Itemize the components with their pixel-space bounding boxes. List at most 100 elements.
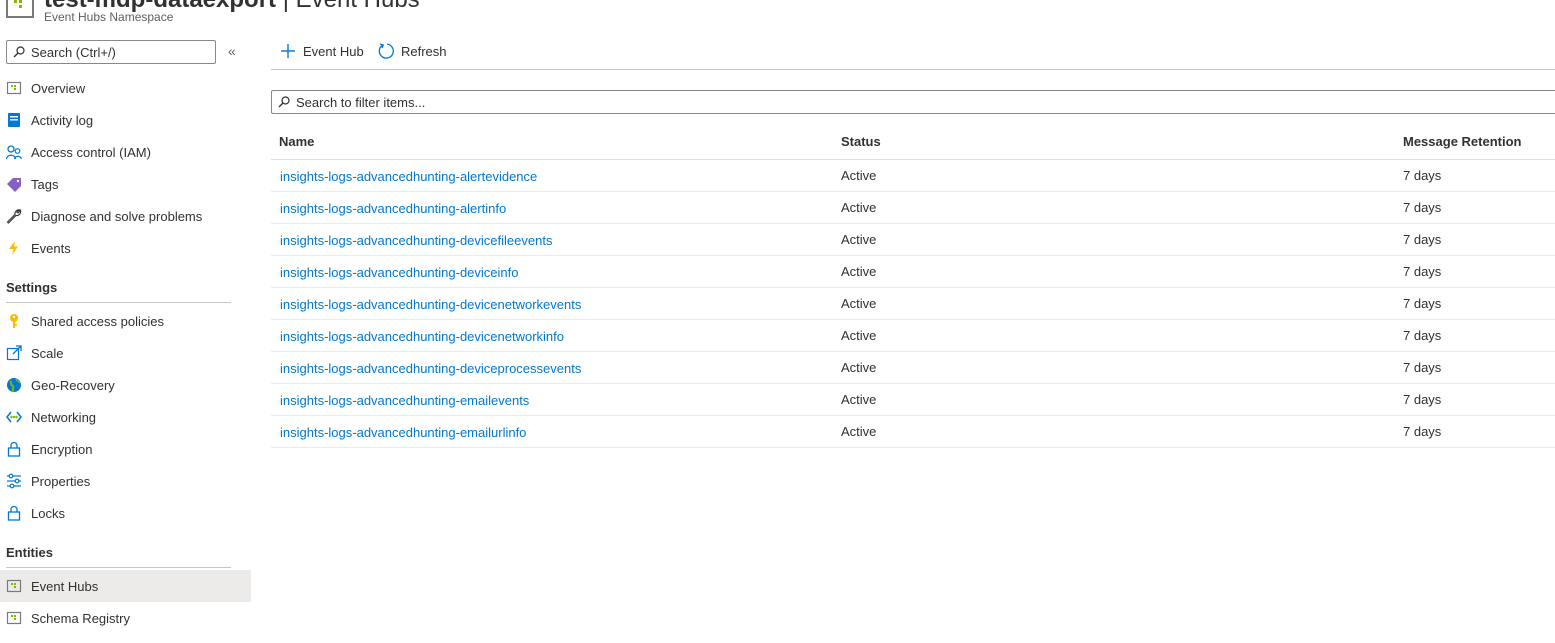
blade-name: Event Hubs	[296, 0, 420, 13]
globe-icon	[6, 377, 22, 393]
column-header-retention[interactable]: Message Retention	[1403, 134, 1521, 149]
filter-box[interactable]	[271, 90, 1555, 114]
status-cell: Active	[841, 200, 877, 215]
refresh-icon	[378, 43, 394, 59]
page-subtitle: Event Hubs Namespace	[44, 10, 174, 24]
schema-registry-icon	[6, 610, 22, 626]
networking-icon	[6, 409, 22, 425]
sidebar-item-label: Encryption	[31, 441, 93, 457]
status-cell: Active	[841, 328, 877, 343]
overview-icon	[6, 80, 22, 96]
status-cell: Active	[841, 360, 877, 375]
refresh-button[interactable]: Refresh	[377, 42, 447, 60]
table-row: insights-logs-advancedhunting-alertevide…	[271, 160, 1555, 192]
key-icon	[6, 313, 22, 329]
retention-cell: 7 days	[1403, 264, 1442, 279]
command-bar: Event Hub Refresh	[271, 32, 1555, 70]
sidebar-item-label: Schema Registry	[31, 610, 130, 626]
main-content: Event Hub Refresh Name Status Message Re…	[271, 32, 1555, 643]
plus-icon	[281, 44, 295, 58]
scale-icon	[6, 345, 22, 361]
retention-cell: 7 days	[1403, 328, 1442, 343]
sidebar-item-locks[interactable]: Locks	[0, 497, 251, 529]
retention-cell: 7 days	[1403, 168, 1442, 183]
sidebar-item-overview[interactable]: Overview	[0, 72, 251, 104]
sidebar-item-geo-recovery[interactable]: Geo-Recovery	[0, 369, 251, 401]
sidebar-item-event-hubs[interactable]: Event Hubs	[0, 570, 251, 602]
sidebar-item-label: Access control (IAM)	[31, 144, 151, 160]
status-cell: Active	[841, 232, 877, 247]
sidebar-item-schema-registry[interactable]: Schema Registry	[0, 602, 251, 634]
collapse-menu-button[interactable]: «	[228, 44, 236, 58]
sidebar-item-label: Events	[31, 240, 71, 256]
event-hub-link[interactable]: insights-logs-advancedhunting-devicenetw…	[280, 297, 581, 312]
table-row: insights-logs-advancedhunting-emailevent…	[271, 384, 1555, 416]
activity-log-icon	[6, 112, 22, 128]
status-cell: Active	[841, 424, 877, 439]
sidebar-item-label: Overview	[31, 80, 86, 96]
event-hub-link[interactable]: insights-logs-advancedhunting-deviceinfo	[280, 265, 518, 280]
sidebar-item-properties[interactable]: Properties	[0, 465, 251, 497]
sidebar-item-access-control[interactable]: Access control (IAM)	[0, 136, 251, 168]
lock-icon	[6, 505, 22, 521]
sidebar-item-label: Shared access policies	[31, 313, 164, 329]
status-cell: Active	[841, 392, 877, 407]
menu-search-input[interactable]	[31, 44, 211, 60]
event-hubs-table: Name Status Message Retention insights-l…	[271, 125, 1555, 448]
table-row: insights-logs-advancedhunting-deviceinfo…	[271, 256, 1555, 288]
add-event-hub-label: Event Hub	[303, 43, 364, 59]
event-hub-link[interactable]: insights-logs-advancedhunting-emailevent…	[280, 393, 529, 408]
properties-icon	[6, 473, 22, 489]
resource-menu: « Overview Activity log Access control (…	[0, 32, 251, 643]
retention-cell: 7 days	[1403, 296, 1442, 311]
sidebar-item-label: Tags	[31, 176, 59, 192]
event-hub-link[interactable]: insights-logs-advancedhunting-devicefile…	[280, 233, 552, 248]
people-icon	[6, 144, 22, 160]
sidebar-item-shared-access-policies[interactable]: Shared access policies	[0, 305, 251, 337]
event-hub-link[interactable]: insights-logs-advancedhunting-alertinfo	[280, 201, 506, 216]
status-cell: Active	[841, 296, 877, 311]
refresh-label: Refresh	[401, 43, 447, 59]
event-hubs-namespace-icon	[6, 0, 34, 18]
event-hub-link[interactable]: insights-logs-advancedhunting-devicenetw…	[280, 329, 564, 344]
lightning-icon	[6, 240, 22, 256]
sidebar-item-label: Geo-Recovery	[31, 377, 115, 393]
status-cell: Active	[841, 168, 877, 183]
section-heading-settings: Settings	[6, 280, 231, 303]
retention-cell: 7 days	[1403, 424, 1442, 439]
sidebar-item-label: Event Hubs	[31, 578, 99, 594]
retention-cell: 7 days	[1403, 232, 1442, 247]
sidebar-item-label: Networking	[31, 409, 97, 425]
wrench-icon	[6, 208, 22, 224]
add-event-hub-button[interactable]: Event Hub	[279, 42, 364, 60]
sidebar-item-label: Diagnose and solve problems	[31, 208, 203, 224]
menu-search-box[interactable]	[6, 40, 216, 64]
sidebar-item-activity-log[interactable]: Activity log	[0, 104, 251, 136]
event-hub-link[interactable]: insights-logs-advancedhunting-emailurlin…	[280, 425, 526, 440]
retention-cell: 7 days	[1403, 200, 1442, 215]
table-row: insights-logs-advancedhunting-devicefile…	[271, 224, 1555, 256]
table-row: insights-logs-advancedhunting-devicenetw…	[271, 320, 1555, 352]
column-header-status[interactable]: Status	[841, 134, 881, 149]
table-row: insights-logs-advancedhunting-deviceproc…	[271, 352, 1555, 384]
title-separator: |	[276, 0, 296, 13]
event-hub-link[interactable]: insights-logs-advancedhunting-deviceproc…	[280, 361, 581, 376]
sidebar-item-diagnose[interactable]: Diagnose and solve problems	[0, 200, 251, 232]
status-cell: Active	[841, 264, 877, 279]
table-row: insights-logs-advancedhunting-emailurlin…	[271, 416, 1555, 448]
column-header-name[interactable]: Name	[279, 134, 314, 149]
section-heading-entities: Entities	[6, 545, 231, 568]
filter-input[interactable]	[296, 94, 1496, 110]
sidebar-item-tags[interactable]: Tags	[0, 168, 251, 200]
table-row: insights-logs-advancedhunting-devicenetw…	[271, 288, 1555, 320]
sidebar-item-encryption[interactable]: Encryption	[0, 433, 251, 465]
sidebar-item-events[interactable]: Events	[0, 232, 251, 264]
event-hub-link[interactable]: insights-logs-advancedhunting-alertevide…	[280, 169, 537, 184]
sidebar-item-networking[interactable]: Networking	[0, 401, 251, 433]
retention-cell: 7 days	[1403, 392, 1442, 407]
sidebar-item-scale[interactable]: Scale	[0, 337, 251, 369]
sidebar-item-label: Activity log	[31, 112, 94, 128]
sidebar-item-label: Properties	[31, 473, 91, 489]
tag-icon	[6, 176, 22, 192]
event-hubs-icon	[6, 578, 22, 594]
